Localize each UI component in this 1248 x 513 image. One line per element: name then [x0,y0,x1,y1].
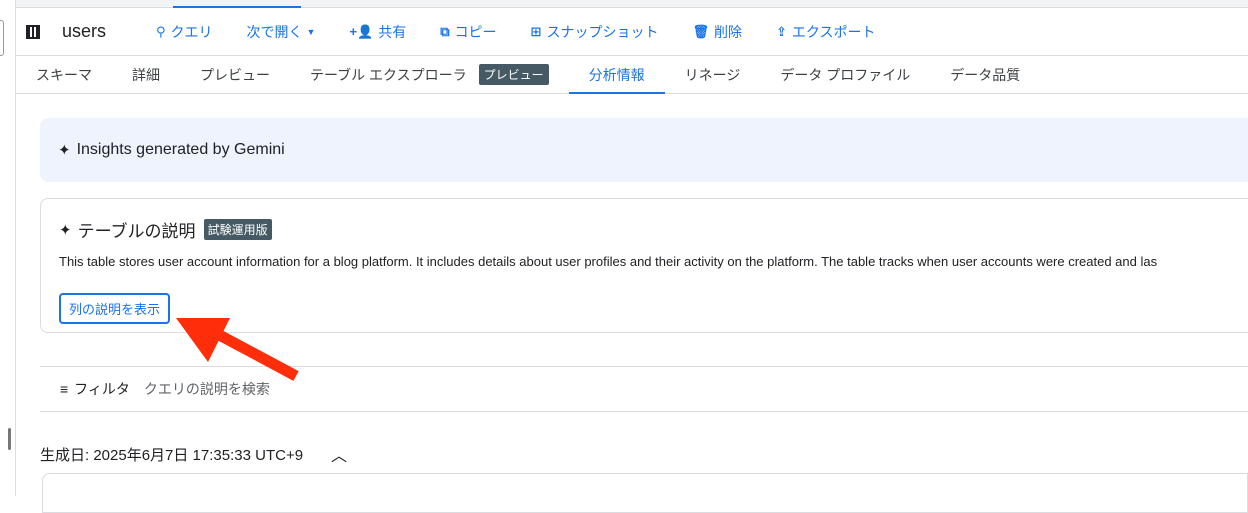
table-title: users [62,21,107,41]
toolbar: users ⚲ クエリ 次で開く ▼ +👤 共有 ⧉ コピー ⊞ スナップショット 🗑 削除… [16,8,1248,56]
table-icon [26,24,40,39]
copy-icon: ⧉ [440,23,450,39]
filter-input[interactable]: クエリの説明を検索 [144,379,270,399]
insights-list-card [42,473,1248,513]
chevron-up-icon[interactable]: ︿ [331,442,347,466]
sparkle-icon: ✦ [58,142,71,159]
person-add-icon: +👤 [349,23,374,39]
tab-bar: スキーマ 詳細 プレビュー テーブル エクスプローラ プレビュー 分析情報 リネー… [16,56,1248,94]
delete-button[interactable]: 🗑 削除 [692,22,742,42]
share-button[interactable]: +👤 共有 [349,22,406,42]
resize-handle[interactable] [8,428,11,450]
tab-lineage[interactable]: リネージ [665,56,761,93]
panel-toggle[interactable] [0,20,4,56]
search-icon: ⚲ [156,23,166,39]
filter-icon: ≡ [60,381,69,397]
dropdown-icon: ▼ [306,26,316,37]
export-button[interactable]: ⇪ エクスポート [776,22,876,42]
experimental-badge: 試験運用版 [203,219,272,240]
trash-icon: 🗑 [692,23,709,39]
snapshot-button[interactable]: ⊞ スナップショット [531,22,659,42]
copy-button[interactable]: ⧉ コピー [440,22,496,42]
sparkle-icon: ✦ [59,221,72,239]
upload-icon: ⇪ [775,23,787,39]
preview-badge: プレビュー [478,64,549,85]
tab-details[interactable]: 詳細 [112,56,180,93]
table-description: This table stores user account informati… [59,254,1158,269]
snapshot-icon: ⊞ [530,23,542,39]
tab-table-explorer[interactable]: テーブル エクスプローラ プレビュー [290,56,569,93]
tab-schema[interactable]: スキーマ [16,56,112,93]
tab-data-quality[interactable]: データ品質 [930,56,1040,93]
tab-insights[interactable]: 分析情報 [568,56,665,94]
tab-preview[interactable]: プレビュー [180,56,290,93]
left-panel-edge [0,0,16,496]
table-description-card: ✦ テーブルの説明 試験運用版 This table stores user acc… [40,198,1248,333]
filter-label[interactable]: フィルタ [74,379,130,399]
show-column-descriptions-button[interactable]: 列の説明を表示 [59,293,171,324]
open-in-button[interactable]: 次で開く ▼ [247,22,316,42]
card-title: テーブルの説明 [77,222,196,241]
gemini-banner: ✦ Insights generated by Gemini [40,118,1248,182]
tab-data-profile[interactable]: データ プロファイル [760,56,930,93]
query-button[interactable]: ⚲ クエリ [156,22,213,42]
generated-date-row: 生成日: 2025年6月7日 17:35:33 UTC+9 ︿ [40,442,347,466]
editor-tab-strip [16,0,1248,8]
filter-bar: ≡ フィルタ クエリの説明を検索 [40,366,1248,412]
